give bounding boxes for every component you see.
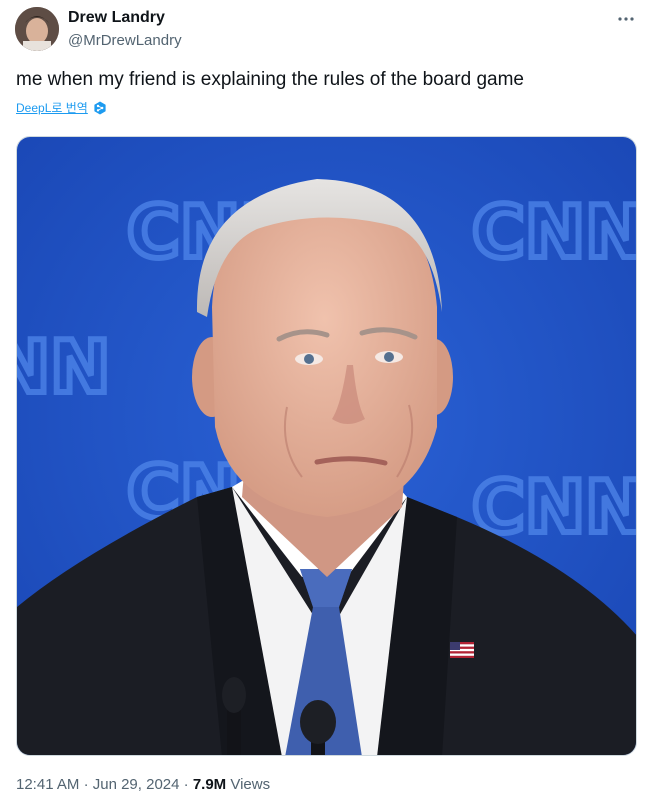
deepl-logo-icon (94, 101, 106, 114)
meta-separator: · (183, 776, 189, 793)
tweet-text: me when my friend is explaining the rule… (16, 69, 524, 90)
tweet-meta: 12:41 AM · Jun 29, 2024 · 7.9M Views (16, 776, 270, 793)
views-label: Views (230, 776, 271, 793)
tweet-time[interactable]: 12:41 AM (16, 776, 79, 793)
author-handle[interactable]: @MrDrewLandry (68, 32, 182, 49)
translate-link[interactable]: DeepL로 번역 (16, 99, 107, 116)
media-photo: CNN CNN CNN CNN CNN (17, 137, 637, 755)
tweet-date[interactable]: Jun 29, 2024 (93, 776, 180, 793)
backdrop-logo: CNN (472, 190, 637, 274)
backdrop-logo: CNN (17, 325, 110, 409)
views-count: 7.9M (192, 776, 227, 793)
translate-label[interactable]: DeepL로 번역 (16, 99, 88, 116)
author-display-name[interactable]: Drew Landry (68, 9, 165, 27)
meta-separator: · (83, 776, 89, 793)
avatar-image (15, 7, 59, 51)
tweet-media[interactable]: CNN CNN CNN CNN CNN (16, 136, 637, 756)
avatar[interactable] (15, 7, 59, 51)
more-options-button[interactable] (615, 8, 637, 30)
more-dots-icon (618, 17, 634, 21)
